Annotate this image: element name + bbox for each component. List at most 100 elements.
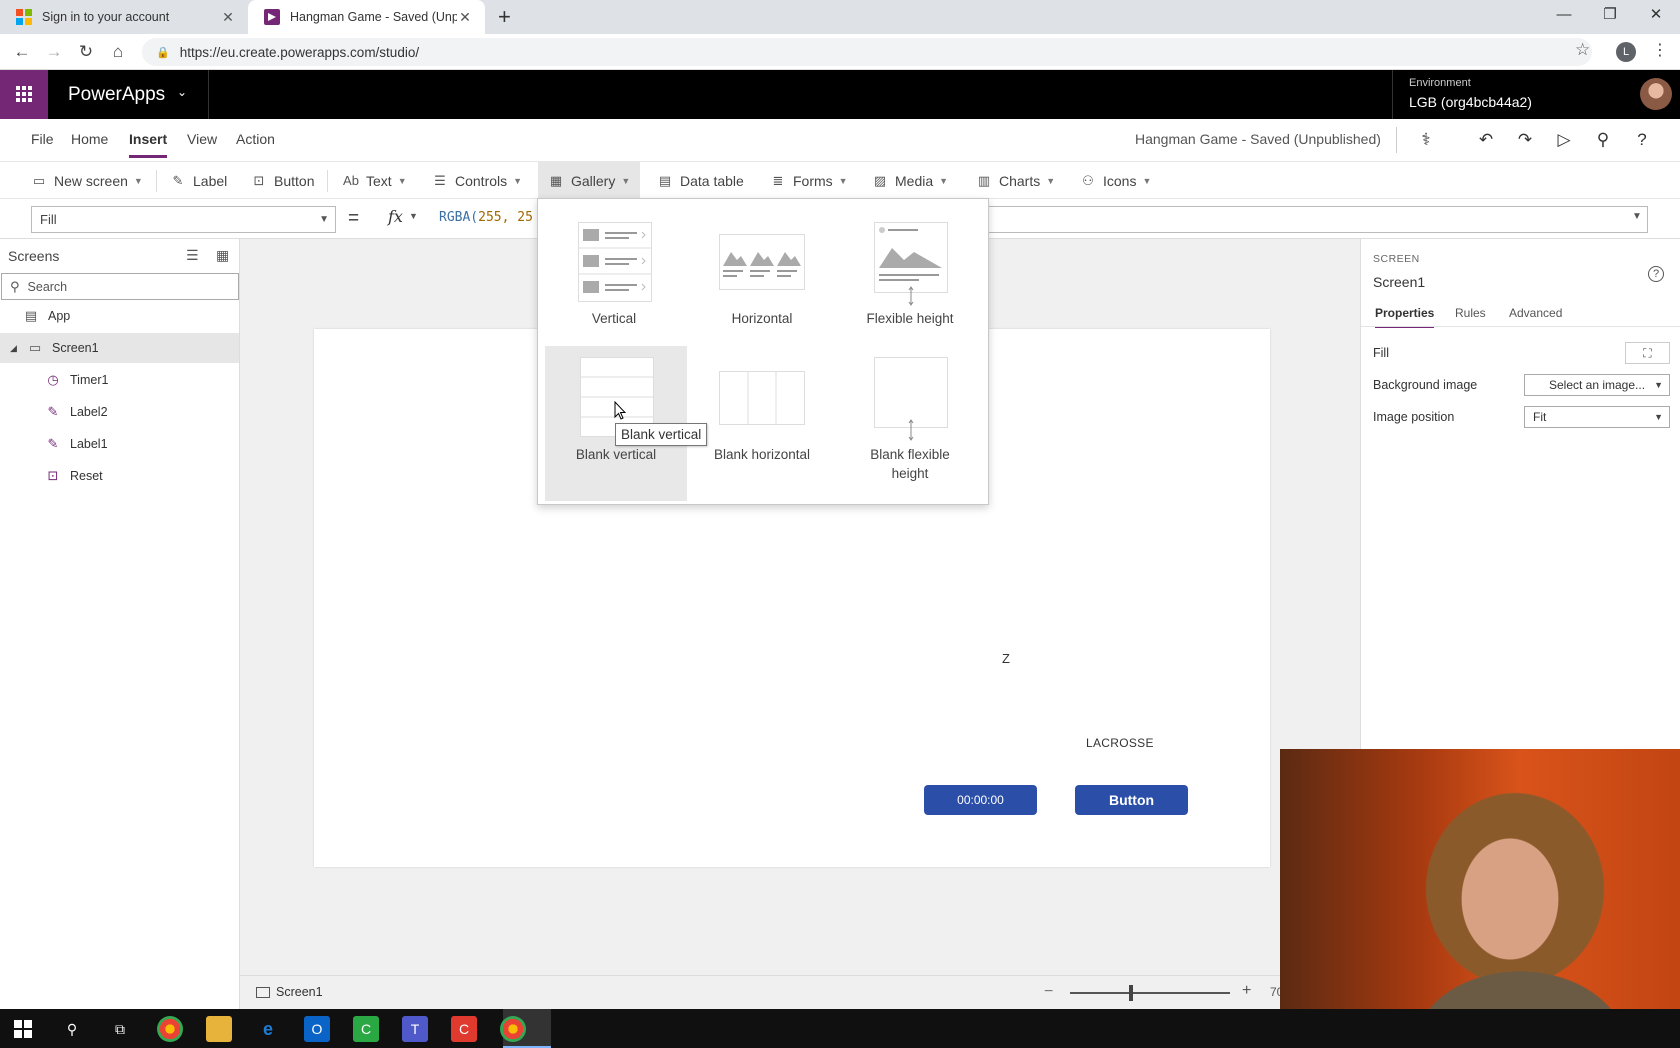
profile-avatar[interactable]: L bbox=[1616, 42, 1636, 62]
tab-action[interactable]: Action bbox=[236, 131, 275, 147]
tab-home[interactable]: Home bbox=[71, 131, 108, 147]
chrome-icon[interactable] bbox=[500, 1016, 526, 1042]
timer-control[interactable]: 00:00:00 bbox=[924, 785, 1037, 815]
recorder-icon[interactable]: C bbox=[451, 1016, 477, 1042]
close-tab-icon[interactable]: ✕ bbox=[457, 9, 473, 26]
chevron-down-icon[interactable]: ▼ bbox=[409, 211, 418, 221]
forward-icon[interactable]: → bbox=[40, 40, 68, 64]
fill-color-picker[interactable]: ⛶ bbox=[1625, 342, 1670, 364]
tree-item-label1[interactable]: ✎ Label1 bbox=[0, 429, 239, 459]
charts-dropdown-button[interactable]: ▥ Charts ▼ bbox=[976, 162, 1055, 199]
tree-item-app[interactable]: ▤ App bbox=[0, 301, 239, 331]
background-image-select[interactable]: Select an image... ▼ bbox=[1524, 374, 1670, 396]
button-icon: ⊡ bbox=[253, 172, 265, 188]
gallery-option-blank-horizontal[interactable]: Blank horizontal bbox=[691, 346, 833, 501]
property-selector[interactable]: Fill ▼ bbox=[31, 206, 336, 233]
chevron-down-icon[interactable]: ⌄ bbox=[177, 85, 187, 99]
undo-icon[interactable]: ↶ bbox=[1473, 127, 1499, 153]
new-screen-button[interactable]: ▭ New screen ▼ bbox=[31, 162, 143, 199]
icons-dropdown-button[interactable]: ⚇ Icons ▼ bbox=[1080, 162, 1151, 199]
chrome-icon[interactable] bbox=[157, 1016, 183, 1042]
paint-bucket-icon: ⛶ bbox=[1643, 346, 1652, 360]
new-tab-icon[interactable]: + bbox=[498, 4, 511, 30]
tab-advanced[interactable]: Advanced bbox=[1509, 306, 1562, 320]
formula-input[interactable]: RGBA(255, 25 bbox=[439, 210, 533, 225]
controls-dropdown-button[interactable]: ☰ Controls ▼ bbox=[432, 162, 522, 199]
search-icon[interactable]: ⚲ bbox=[59, 1016, 85, 1042]
fx-icon[interactable]: fx bbox=[388, 207, 403, 226]
app-brand-title[interactable]: PowerApps bbox=[68, 84, 165, 106]
browser-tab-signin[interactable]: Sign in to your account ✕ bbox=[0, 0, 248, 34]
user-avatar[interactable] bbox=[1640, 78, 1672, 110]
gallery-option-horizontal[interactable]: Horizontal bbox=[691, 204, 833, 338]
formula-input-extension[interactable] bbox=[988, 206, 1648, 233]
image-position-select[interactable]: Fit ▼ bbox=[1524, 406, 1670, 428]
forms-dropdown-button[interactable]: ≣ Forms ▼ bbox=[770, 162, 848, 199]
tree-item-label2[interactable]: ✎ Label2 bbox=[0, 397, 239, 427]
zoom-slider-thumb[interactable] bbox=[1128, 985, 1133, 1001]
insert-button-button[interactable]: ⊡ Button bbox=[251, 162, 315, 199]
url-field[interactable]: 🔒 https://eu.create.powerapps.com/studio… bbox=[142, 38, 1592, 66]
restore-icon[interactable]: ❐ bbox=[1588, 0, 1632, 30]
zoom-out-icon[interactable]: − bbox=[1044, 983, 1053, 1001]
internet-explorer-icon[interactable]: e bbox=[255, 1016, 281, 1042]
reset-button[interactable]: Button bbox=[1075, 785, 1188, 815]
media-dropdown-button[interactable]: ▨ Media ▼ bbox=[872, 162, 948, 199]
gallery-option-flexible-height[interactable]: Flexible height bbox=[839, 204, 981, 338]
minimize-icon[interactable]: — bbox=[1542, 0, 1586, 30]
zoom-slider[interactable] bbox=[1070, 992, 1230, 994]
help-icon[interactable]: ? bbox=[1648, 266, 1664, 282]
tab-insert[interactable]: Insert bbox=[129, 131, 168, 158]
tree-item-timer1[interactable]: ◷ Timer1 bbox=[0, 365, 239, 395]
browser-tab-hangman[interactable]: Hangman Game - Saved (Unpubl ✕ bbox=[248, 0, 485, 34]
tree-item-reset[interactable]: ⊡ Reset bbox=[0, 461, 239, 491]
gallery-dropdown-button[interactable]: ▦ Gallery ▼ bbox=[538, 162, 641, 199]
document-status: Hangman Game - Saved (Unpublished) bbox=[1135, 131, 1381, 147]
gallery-option-blank-flexible-height[interactable]: Blank flexible height bbox=[839, 346, 981, 501]
letter-label[interactable]: Z bbox=[1002, 651, 1010, 666]
insert-label-button[interactable]: ✎ Label bbox=[170, 162, 228, 199]
gallery-option-label: Blank horizontal bbox=[713, 447, 811, 462]
list-view-icon[interactable]: ☰ bbox=[186, 247, 199, 264]
back-icon[interactable]: ← bbox=[8, 40, 36, 64]
current-screen-indicator[interactable]: Screen1 bbox=[256, 985, 323, 999]
windows-start-icon[interactable] bbox=[10, 1016, 36, 1042]
home-icon[interactable]: ⌂ bbox=[104, 40, 132, 64]
collapse-caret-icon[interactable]: ◢ bbox=[10, 343, 17, 354]
gallery-option-label-line1: Blank flexible bbox=[870, 447, 950, 462]
text-dropdown-button[interactable]: Ab Text ▼ bbox=[343, 162, 407, 199]
data-table-button[interactable]: ▤ Data table bbox=[657, 162, 744, 199]
environment-value[interactable]: LGB (org4bcb44a2) bbox=[1409, 94, 1532, 110]
zoom-in-icon[interactable]: + bbox=[1242, 982, 1251, 1000]
tab-rules[interactable]: Rules bbox=[1455, 306, 1486, 320]
redo-icon[interactable]: ↷ bbox=[1512, 127, 1538, 153]
tab-properties[interactable]: Properties bbox=[1375, 306, 1435, 328]
expand-formula-icon[interactable]: ▼ bbox=[1632, 211, 1642, 222]
gallery-option-vertical[interactable]: Vertical bbox=[543, 204, 685, 338]
tree-item-screen1[interactable]: ◢ ▭ Screen1 bbox=[0, 333, 239, 363]
close-tab-icon[interactable]: ✕ bbox=[220, 9, 236, 26]
help-icon[interactable]: ? bbox=[1629, 127, 1655, 153]
formula-function: RGBA( bbox=[439, 210, 479, 225]
file-explorer-icon[interactable] bbox=[206, 1016, 232, 1042]
camtasia-icon[interactable]: C bbox=[353, 1016, 379, 1042]
app-checker-icon[interactable]: ⚕ bbox=[1413, 127, 1439, 153]
reload-icon[interactable]: ↻ bbox=[72, 40, 100, 64]
play-preview-icon[interactable]: ▷ bbox=[1551, 127, 1577, 153]
share-user-icon[interactable]: ⚲ bbox=[1590, 127, 1616, 153]
bookmark-star-icon[interactable]: ☆ bbox=[1575, 40, 1590, 60]
app-launcher-icon[interactable] bbox=[0, 70, 48, 119]
tab-file[interactable]: File bbox=[31, 131, 54, 147]
task-view-icon[interactable]: ⧉ bbox=[107, 1016, 133, 1042]
browser-menu-icon[interactable]: ⋮ bbox=[1652, 40, 1668, 60]
word-label[interactable]: LACROSSE bbox=[1086, 736, 1154, 750]
thumbnail-view-icon[interactable]: ▦ bbox=[216, 247, 229, 264]
blank-horizontal-gallery-icon bbox=[719, 371, 805, 425]
close-window-icon[interactable]: ✕ bbox=[1634, 0, 1678, 30]
teams-icon[interactable]: T bbox=[402, 1016, 428, 1042]
tree-search-input[interactable]: ⚲ Search bbox=[1, 273, 239, 300]
control-name[interactable]: Screen1 bbox=[1373, 274, 1425, 290]
tab-view[interactable]: View bbox=[187, 131, 217, 147]
chevron-down-icon: ▼ bbox=[838, 175, 848, 186]
outlook-icon[interactable]: O bbox=[304, 1016, 330, 1042]
